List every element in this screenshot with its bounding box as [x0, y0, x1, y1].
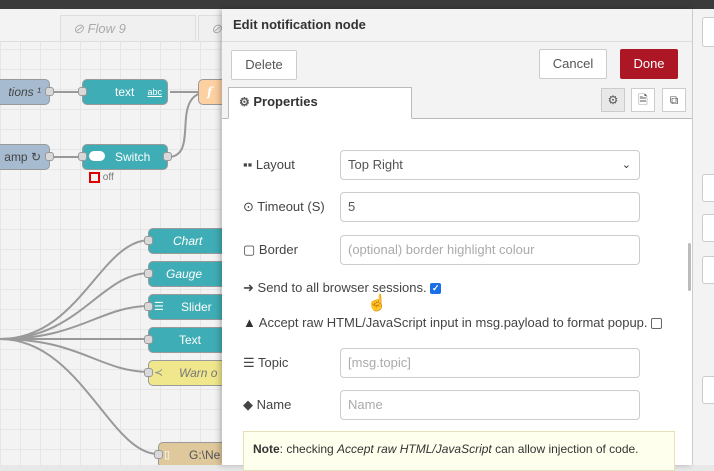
tasks-icon: ☰ [243, 355, 255, 370]
input-port[interactable] [144, 368, 153, 377]
name-row: ◆ Name Name [243, 390, 663, 420]
border-label: Border [258, 242, 298, 257]
raw-html-label: Accept raw HTML/JavaScript input in msg.… [258, 315, 648, 330]
tab-node-settings[interactable]: ⚙ [601, 88, 625, 112]
workspace-tabs: ⊘ Flow 9 ⊘ [0, 9, 222, 42]
editor-tabs: ⚙ Properties ⚙ 🗎 ⧉ [222, 86, 692, 119]
flow-node[interactable]: Chart [144, 228, 222, 254]
flow-node[interactable]: Switch [78, 144, 172, 170]
timeout-label: Timeout (S) [257, 199, 325, 214]
flow-node[interactable]: ≺ Warn o [144, 360, 222, 386]
layout-select[interactable]: Top Right ⌄ [340, 150, 640, 180]
warning-icon: ▲ [243, 315, 256, 330]
sidebar-field[interactable] [702, 256, 714, 284]
output-port[interactable] [45, 87, 54, 96]
output-port[interactable] [45, 152, 54, 161]
toggle-icon [89, 151, 105, 161]
tag-icon: ◆ [243, 397, 253, 412]
tab-appearance[interactable]: ⧉ [662, 88, 686, 112]
document-icon: 🗎 [638, 93, 648, 107]
input-port[interactable] [154, 450, 163, 459]
disabled-flow-icon: ⊘ [73, 21, 88, 36]
tab-description[interactable]: 🗎 [631, 88, 655, 112]
tray-title: Edit notification node [222, 9, 692, 42]
right-sidebar [692, 9, 714, 465]
layout-row: ▪▪ Layout Top Right ⌄ [243, 150, 663, 180]
topic-input[interactable]: [msg.topic] [340, 348, 640, 378]
input-port[interactable] [144, 335, 153, 344]
timeout-row: ⊙ Timeout (S) 5 [243, 192, 663, 222]
disabled-flow-icon: ⊘ [211, 21, 222, 36]
name-input[interactable]: Name [340, 390, 640, 420]
text-icon: abc [147, 87, 162, 97]
slider-icon: ☰ [154, 301, 164, 313]
tab-properties[interactable]: ⚙ Properties [228, 87, 412, 119]
grid-icon: ▪▪ [243, 157, 253, 172]
input-port[interactable] [78, 87, 87, 96]
cancel-button[interactable]: Cancel [539, 49, 607, 79]
send-all-label: Send to all browser sessions. [257, 280, 427, 295]
raw-html-row: ▲ Accept raw HTML/JavaScript input in ms… [243, 308, 683, 338]
flow-node[interactable]: ▯ G:\Ne [154, 442, 222, 465]
input-port[interactable] [78, 152, 87, 161]
node-status: off [89, 172, 114, 183]
appearance-icon: ⧉ [669, 93, 679, 107]
sidebar-tab[interactable] [702, 17, 714, 47]
output-port[interactable] [163, 152, 172, 161]
flow-node[interactable]: Text [144, 327, 222, 353]
raw-html-checkbox[interactable] [651, 318, 663, 330]
topic-label: Topic [258, 355, 289, 370]
flow-node[interactable]: f [198, 79, 222, 105]
tray-scrollbar[interactable] [688, 243, 691, 291]
sidebar-field[interactable] [702, 376, 714, 404]
timeout-input[interactable]: 5 [340, 192, 640, 222]
sidebar-field[interactable] [702, 174, 714, 202]
flow-node[interactable]: amp ↻ [0, 144, 54, 170]
properties-form: ▪▪ Layout Top Right ⌄ ⊙ Timeout (S) 5 ▢ … [222, 119, 692, 471]
tab-flow-9[interactable]: ⊘ Flow 9 [60, 15, 196, 41]
gear-icon: ⚙ [239, 95, 250, 109]
name-label: Name [256, 397, 292, 412]
square-icon: ▢ [243, 242, 256, 257]
status-square-icon [89, 172, 100, 183]
delete-button[interactable]: Delete [231, 50, 297, 80]
flow-canvas[interactable]: ⊘ Flow 9 ⊘ tions ¹ text abc f amp ↻ Swit… [0, 9, 222, 465]
border-input[interactable]: (optional) border highlight colour [340, 235, 640, 265]
arrow-right-icon: ➜ [243, 280, 254, 295]
input-port[interactable] [144, 302, 153, 311]
layout-label: Layout [255, 157, 295, 172]
done-button[interactable]: Done [620, 49, 678, 79]
top-header-bar [0, 0, 714, 9]
injection-note: Note: checking Accept raw HTML/JavaScrip… [243, 431, 675, 471]
function-icon: f [207, 85, 213, 99]
input-port[interactable] [144, 236, 153, 245]
flow-node[interactable]: ☰ Slider [144, 294, 222, 320]
chevron-down-icon: ⌄ [621, 159, 631, 171]
send-all-row: ➜ Send to all browser sessions. ✓ ☝ [243, 273, 663, 312]
topic-row: ☰ Topic [msg.topic] [243, 348, 663, 378]
border-row: ▢ Border (optional) border highlight col… [243, 235, 663, 265]
flow-node[interactable]: Gauge [144, 261, 222, 287]
tray-toolbar: Delete Cancel Done [222, 42, 692, 87]
sidebar-field[interactable] [702, 214, 714, 242]
edit-node-tray: Edit notification node Delete Cancel Don… [222, 9, 692, 471]
gear-icon: ⚙ [607, 93, 619, 107]
flow-node[interactable]: text abc [78, 79, 168, 105]
notification-icon: ≺ [154, 367, 164, 379]
flow-node[interactable]: tions ¹ [0, 79, 54, 105]
file-icon: ▯ [164, 449, 171, 461]
input-port[interactable] [144, 269, 153, 278]
clock-icon: ⊙ [243, 199, 254, 214]
tab-next-flow[interactable]: ⊘ [198, 15, 222, 41]
send-all-checkbox[interactable]: ✓ [430, 283, 442, 295]
